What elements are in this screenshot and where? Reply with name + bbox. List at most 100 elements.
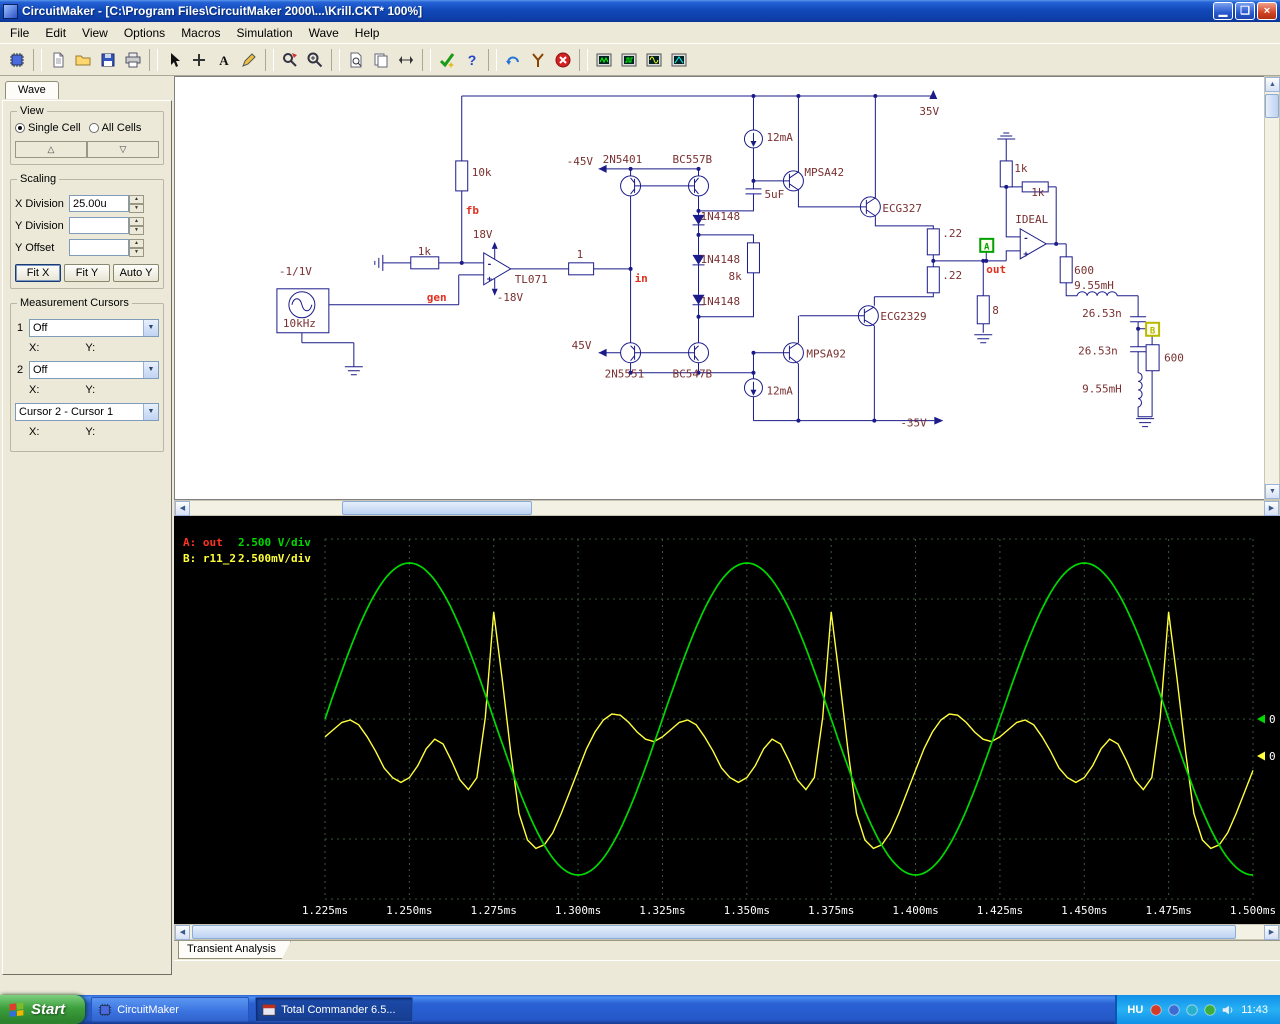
wire-tool-button[interactable] [186, 47, 211, 72]
run-simulation-button[interactable] [434, 47, 459, 72]
menu-wave[interactable]: Wave [301, 23, 347, 43]
scroll-left-button[interactable]: ◀ [175, 501, 190, 516]
menu-view[interactable]: View [74, 23, 116, 43]
instrument-digital-scope-button[interactable] [591, 47, 616, 72]
menu-bar: File Edit View Options Macros Simulation Wave H… [0, 22, 1280, 44]
menu-file[interactable]: File [2, 23, 37, 43]
tab-wave[interactable]: Wave [5, 81, 59, 99]
menu-edit[interactable]: Edit [37, 23, 74, 43]
spinner-down-icon[interactable]: ▼ [129, 204, 144, 213]
find-part-button[interactable] [343, 47, 368, 72]
volume-icon[interactable] [1221, 1003, 1235, 1017]
task-total-commander-6-5[interactable]: Total Commander 6.5... [255, 997, 414, 1022]
instrument-signal-generator-icon [646, 53, 661, 66]
start-button[interactable]: Start [0, 995, 86, 1024]
zoom-window-button[interactable] [277, 47, 302, 72]
close-button[interactable]: × [1257, 2, 1277, 20]
sheets-button[interactable] [368, 47, 393, 72]
parts-board-button[interactable] [4, 47, 29, 72]
cursor2-select[interactable]: Off ▼ [29, 361, 159, 379]
scroll-down-button[interactable]: ▼ [1265, 484, 1280, 499]
chevron-down-icon[interactable]: ▼ [143, 404, 158, 420]
schematic-canvas[interactable]: - + - + 10k fb 18V 1k TL071 -18V gen -1/1V 10kHz… [174, 76, 1264, 500]
help-pointer-button[interactable]: ? [459, 47, 484, 72]
stop-simulation-button[interactable] [550, 47, 575, 72]
scroll-up-button[interactable]: ▲ [1265, 77, 1280, 92]
probe-tool-icon [531, 52, 544, 67]
cursor1-select[interactable]: Off ▼ [29, 319, 159, 337]
zoom-tool-button[interactable] [302, 47, 327, 72]
schematic-vscrollbar[interactable]: ▲ ▼ [1264, 76, 1280, 500]
y-offset-spinner[interactable]: ▲ ▼ [129, 239, 144, 257]
vscroll-track[interactable] [1265, 92, 1279, 484]
chevron-down-icon[interactable]: ▼ [143, 362, 158, 378]
cursors-group-label: Measurement Cursors [17, 297, 132, 309]
wave-hscroll-thumb[interactable] [192, 925, 1236, 939]
menu-options[interactable]: Options [116, 23, 173, 43]
y-division-input[interactable] [69, 217, 129, 234]
spinner-down-icon[interactable]: ▼ [129, 226, 144, 235]
spinner-up-icon[interactable]: ▲ [129, 217, 144, 226]
app-status-teal-icon[interactable] [1185, 1003, 1199, 1017]
probe-tool-button[interactable] [525, 47, 550, 72]
x-tick-label: 1.475ms [1145, 904, 1191, 917]
fit-y-button[interactable]: Fit Y [64, 264, 110, 282]
hscroll-thumb[interactable] [342, 501, 532, 515]
minimize-button[interactable]: ▁ [1213, 2, 1233, 20]
instrument-bode-plotter-button[interactable] [666, 47, 691, 72]
open-file-button[interactable] [70, 47, 95, 72]
waveform-hscrollbar[interactable]: ◀ ▶ [174, 924, 1280, 940]
menu-macros[interactable]: Macros [173, 23, 228, 43]
wave-hscroll-track[interactable] [190, 925, 1264, 939]
x-division-input[interactable] [69, 195, 129, 212]
radio-label: Single Cell [28, 122, 81, 134]
spinner-up-icon[interactable]: ▲ [129, 239, 144, 248]
probe-letter: B [1150, 326, 1156, 336]
schematic-hscrollbar[interactable]: ◀ ▶ [174, 500, 1280, 516]
vscroll-thumb[interactable] [1265, 94, 1279, 118]
instrument-signal-generator-button[interactable] [641, 47, 666, 72]
auto-y-button[interactable]: Auto Y [113, 264, 159, 282]
app-status-blue-icon[interactable] [1167, 1003, 1181, 1017]
spinner-up-icon[interactable]: ▲ [129, 195, 144, 204]
select-tool-button[interactable] [161, 47, 186, 72]
menu-simulation[interactable]: Simulation [229, 23, 301, 43]
node-label: gen [427, 291, 447, 304]
y-division-spinner[interactable]: ▲ ▼ [129, 217, 144, 235]
print-button[interactable] [120, 47, 145, 72]
y-offset-input[interactable] [69, 239, 129, 256]
wave-down-button[interactable]: ▽ [87, 141, 159, 158]
instrument-logic-display-button[interactable] [616, 47, 641, 72]
antivirus-status-icon[interactable] [1149, 1003, 1163, 1017]
component-label: MPSA92 [806, 348, 846, 361]
task-circuitmaker[interactable]: CircuitMaker [91, 997, 250, 1022]
x-tick-label: 1.500ms [1230, 904, 1276, 917]
x-division-spinner[interactable]: ▲ ▼ [129, 195, 144, 213]
view-group: View Single Cell All Cells △ ▽ [10, 105, 164, 165]
delete-tool-button[interactable] [236, 47, 261, 72]
wave-scroll-right-button[interactable]: ▶ [1264, 925, 1279, 940]
fit-to-window-button[interactable] [393, 47, 418, 72]
reset-simulation-button[interactable] [500, 47, 525, 72]
language-indicator[interactable]: HU [1127, 1004, 1143, 1016]
hscroll-track[interactable] [190, 501, 1264, 515]
maximize-button[interactable]: ❏ [1235, 2, 1255, 20]
fit-x-button[interactable]: Fit X [15, 264, 61, 282]
waveform-viewport[interactable]: 1.225ms 1.250ms 1.275ms 1.300ms 1.325ms 1.350… [174, 516, 1280, 924]
tab-transient-analysis[interactable]: Transient Analysis [178, 941, 291, 959]
save-file-button[interactable] [95, 47, 120, 72]
app-status-green-icon[interactable] [1203, 1003, 1217, 1017]
new-file-button[interactable] [45, 47, 70, 72]
wave-scroll-left-button[interactable]: ◀ [175, 925, 190, 940]
x-tick-label: 1.425ms [977, 904, 1023, 917]
single-cell-radio[interactable]: Single Cell [15, 122, 81, 134]
text-tool-button[interactable]: A [211, 47, 236, 72]
spinner-down-icon[interactable]: ▼ [129, 248, 144, 257]
chevron-down-icon[interactable]: ▼ [143, 320, 158, 336]
wave-up-button[interactable]: △ [15, 141, 87, 158]
all-cells-radio[interactable]: All Cells [88, 122, 141, 134]
zoom-window-icon [282, 52, 297, 67]
cursor-diff-select[interactable]: Cursor 2 - Cursor 1 ▼ [15, 403, 159, 421]
menu-help[interactable]: Help [347, 23, 388, 43]
scroll-right-button[interactable]: ▶ [1264, 501, 1279, 516]
